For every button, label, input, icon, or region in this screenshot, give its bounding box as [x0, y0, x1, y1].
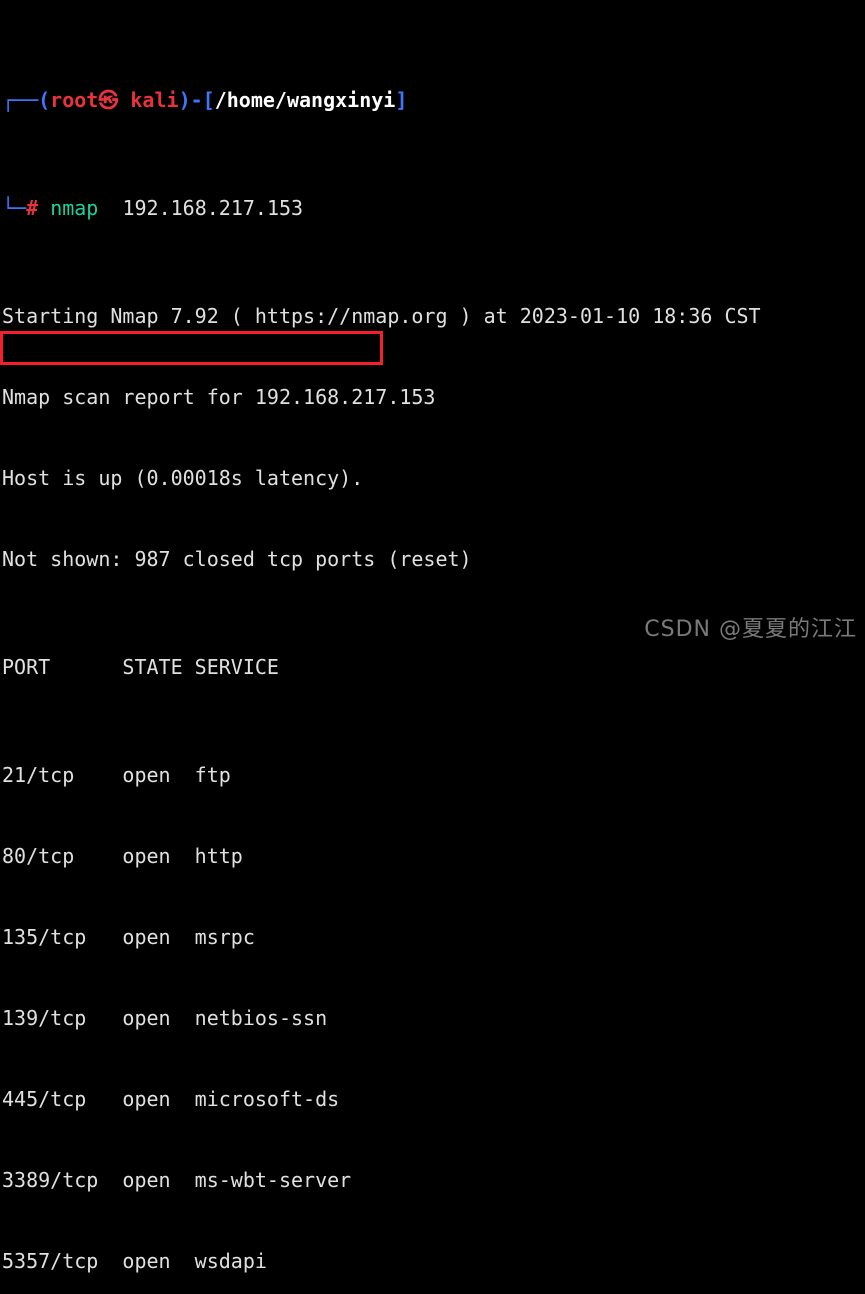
prompt-close-paren: ) — [178, 88, 191, 112]
prompt-dash: - — [190, 88, 203, 112]
port-row: 80/tcp open http — [2, 844, 243, 868]
port-row: 5357/tcp open wsdapi — [2, 1249, 267, 1273]
port-row: 445/tcp open microsoft-ds — [2, 1087, 340, 1111]
prompt-open-paren: ( — [38, 88, 51, 112]
red-highlight-box — [0, 331, 383, 365]
prompt-bracket-close: ] — [395, 88, 408, 112]
prompt-space-2 — [98, 196, 122, 220]
prompt-corner-top-icon: ┌── — [2, 88, 39, 112]
terminal-window[interactable]: ┌──(root㉿ kali)-[/home/wangxinyi] └─# nm… — [0, 0, 865, 1273]
prompt-line-1: ┌──(root㉿ kali)-[/home/wangxinyi] — [0, 87, 865, 114]
prompt-line-2[interactable]: └─# nmap 192.168.217.153 — [0, 195, 865, 222]
prompt-bracket-open: [ — [202, 88, 215, 112]
output-starting: Starting Nmap 7.92 ( https://nmap.org ) … — [2, 304, 761, 328]
prompt-hash-symbol: # — [26, 196, 39, 220]
prompt-space-1 — [38, 196, 50, 220]
prompt-host: kali — [118, 88, 179, 112]
output-scan-report: Nmap scan report for 192.168.217.153 — [2, 385, 436, 409]
command-args: 192.168.217.153 — [122, 196, 304, 220]
port-row: 139/tcp open netbios-ssn — [2, 1006, 328, 1030]
port-row: 135/tcp open msrpc — [2, 925, 255, 949]
output-not-shown: Not shown: 987 closed tcp ports (reset) — [2, 547, 472, 571]
prompt-path: /home/wangxinyi — [214, 88, 396, 112]
command-name: nmap — [50, 196, 99, 220]
port-row-highlighted: 3389/tcp open ms-wbt-server — [2, 1168, 352, 1192]
kali-glyph-icon: ㉿ — [98, 88, 119, 112]
port-table-header: PORT STATE SERVICE — [2, 655, 279, 679]
prompt-user: root — [50, 88, 99, 112]
port-row: 21/tcp open ftp — [2, 763, 231, 787]
output-host-up: Host is up (0.00018s latency). — [2, 466, 364, 490]
prompt-corner-bottom-icon: └─ — [2, 196, 27, 220]
watermark-text: CSDN @夏夏的江江 — [644, 617, 857, 642]
